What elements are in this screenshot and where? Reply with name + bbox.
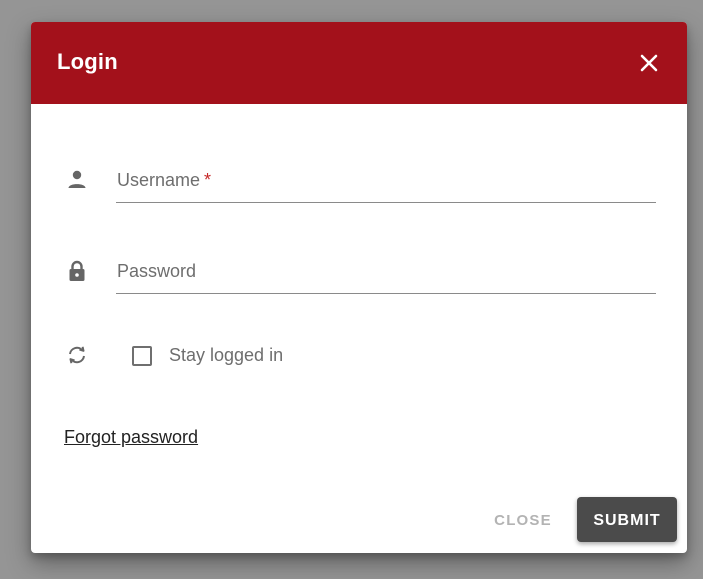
- close-button[interactable]: CLOSE: [483, 502, 563, 538]
- login-dialog: Login Username * Password Stay logged in…: [31, 22, 687, 553]
- stay-logged-in-label[interactable]: Stay logged in: [169, 345, 283, 366]
- password-field[interactable]: [116, 261, 656, 294]
- dialog-header: Login: [31, 22, 687, 104]
- lock-icon: [65, 259, 89, 283]
- forgot-password-link[interactable]: Forgot password: [64, 427, 198, 448]
- sync-icon: [65, 343, 89, 367]
- person-icon: [65, 168, 89, 192]
- stay-logged-in-checkbox[interactable]: [132, 346, 152, 366]
- close-icon[interactable]: [636, 50, 662, 76]
- dialog-title: Login: [57, 49, 118, 74]
- username-field[interactable]: [116, 170, 656, 203]
- submit-button[interactable]: SUBMIT: [577, 497, 677, 542]
